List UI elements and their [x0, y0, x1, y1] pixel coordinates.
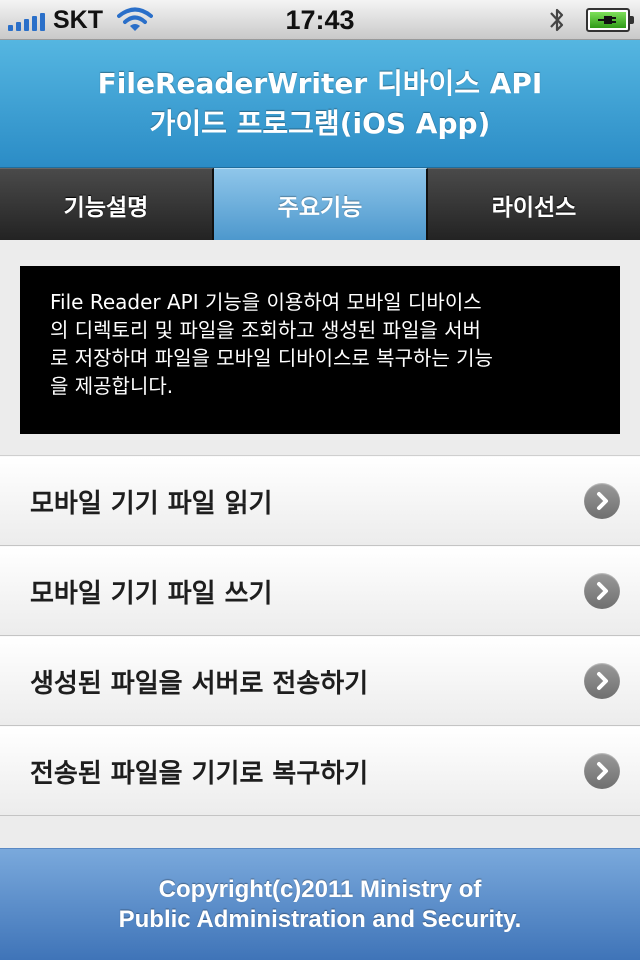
battery-charging-icon	[586, 8, 634, 32]
menu-item-label: 전송된 파일을 기기로 복구하기	[30, 758, 369, 789]
chevron-right-circle-icon	[584, 483, 620, 519]
description-box: File Reader API 기능을 이용하여 모바일 디바이스 의 디렉토리…	[20, 266, 620, 434]
chevron-right-circle-icon	[584, 663, 620, 699]
footer-line2: Public Administration and Security.	[118, 905, 522, 933]
chevron-right-circle-icon	[584, 753, 620, 789]
menu-item-write-file[interactable]: 모바일 기기 파일 쓰기	[0, 546, 640, 636]
description-line: 로 저장하며 파일을 모바일 디바이스로 복구하는 기능	[50, 346, 493, 370]
bluetooth-icon	[550, 8, 564, 32]
status-time: 17:43	[285, 5, 355, 35]
footer-line1: Copyright(c)2011 Ministry of	[158, 875, 482, 903]
menu-item-upload-file[interactable]: 생성된 파일을 서버로 전송하기	[0, 636, 640, 726]
menu-item-label: 모바일 기기 파일 쓰기	[30, 578, 273, 609]
description-line: File Reader API 기능을 이용하여 모바일 디바이스	[50, 290, 482, 314]
menu-item-label: 모바일 기기 파일 읽기	[30, 488, 273, 519]
feature-menu-list: 모바일 기기 파일 읽기 모바일 기기 파일 쓰기 생성된 파일을 서버로 전송…	[0, 455, 640, 816]
tab-feature-description[interactable]: 기능설명	[0, 168, 214, 240]
header-title-line1: FileReaderWriter 디바이스 API	[97, 66, 543, 100]
copyright-footer: Copyright(c)2011 Ministry of Public Admi…	[0, 848, 640, 960]
description-line: 의 디렉토리 및 파일을 조회하고 생성된 파일을 서버	[50, 318, 481, 342]
header-title-line2: 가이드 프로그램(iOS App)	[149, 106, 491, 140]
menu-item-read-file[interactable]: 모바일 기기 파일 읽기	[0, 456, 640, 546]
tab-bar: 기능설명 주요기능 라이선스	[0, 168, 640, 240]
menu-item-label: 생성된 파일을 서버로 전송하기	[30, 668, 369, 699]
app-header: FileReaderWriter 디바이스 API 가이드 프로그램(iOS A…	[0, 40, 640, 168]
chevron-right-circle-icon	[584, 573, 620, 609]
tab-license[interactable]: 라이선스	[428, 168, 640, 240]
tab-main-features[interactable]: 주요기능	[214, 168, 428, 240]
description-line: 을 제공합니다.	[50, 374, 174, 398]
status-bar: SKT 17:43	[0, 0, 640, 40]
menu-item-restore-file[interactable]: 전송된 파일을 기기로 복구하기	[0, 726, 640, 816]
